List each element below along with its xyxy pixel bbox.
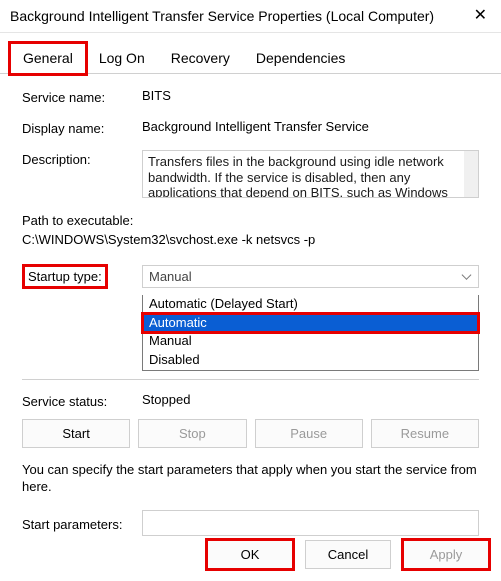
tab-logon[interactable]: Log On	[86, 43, 158, 73]
path-label: Path to executable:	[22, 212, 479, 231]
startup-type-select[interactable]: Manual	[142, 265, 479, 288]
start-parameters-label: Start parameters:	[22, 515, 142, 532]
start-parameters-input[interactable]	[142, 510, 479, 536]
path-value: C:\WINDOWS\System32\svchost.exe -k netsv…	[22, 231, 479, 250]
startup-type-label: Startup type:	[22, 264, 108, 289]
dropdown-opt-disabled[interactable]: Disabled	[143, 351, 478, 370]
display-name-label: Display name:	[22, 119, 142, 136]
service-status-value: Stopped	[142, 392, 190, 409]
service-name-value: BITS	[142, 88, 479, 103]
cancel-button[interactable]: Cancel	[305, 540, 391, 569]
description-label: Description:	[22, 150, 142, 167]
stop-button: Stop	[138, 419, 246, 448]
apply-button[interactable]: Apply	[403, 540, 489, 569]
dropdown-opt-automatic[interactable]: Automatic	[143, 314, 478, 333]
ok-button[interactable]: OK	[207, 540, 293, 569]
startup-type-dropdown[interactable]: Automatic (Delayed Start) Automatic Manu…	[142, 295, 479, 372]
start-params-note: You can specify the start parameters tha…	[22, 462, 479, 496]
start-button[interactable]: Start	[22, 419, 130, 448]
description-textbox[interactable]: Transfers files in the background using …	[142, 150, 479, 198]
description-scrollbar[interactable]	[464, 151, 478, 197]
close-icon[interactable]: ✕	[468, 6, 493, 26]
tab-dependencies[interactable]: Dependencies	[243, 43, 359, 73]
service-status-label: Service status:	[22, 392, 142, 409]
dropdown-opt-delayed[interactable]: Automatic (Delayed Start)	[143, 295, 478, 314]
service-name-label: Service name:	[22, 88, 142, 105]
pause-button: Pause	[255, 419, 363, 448]
resume-button: Resume	[371, 419, 479, 448]
tab-strip: General Log On Recovery Dependencies	[0, 33, 501, 74]
section-divider	[22, 379, 479, 380]
window-title: Background Intelligent Transfer Service …	[10, 8, 434, 24]
display-name-value: Background Intelligent Transfer Service	[142, 119, 479, 134]
tab-recovery[interactable]: Recovery	[158, 43, 243, 73]
tab-general[interactable]: General	[10, 43, 86, 74]
dropdown-opt-manual[interactable]: Manual	[143, 332, 478, 351]
description-text: Transfers files in the background using …	[148, 154, 448, 198]
